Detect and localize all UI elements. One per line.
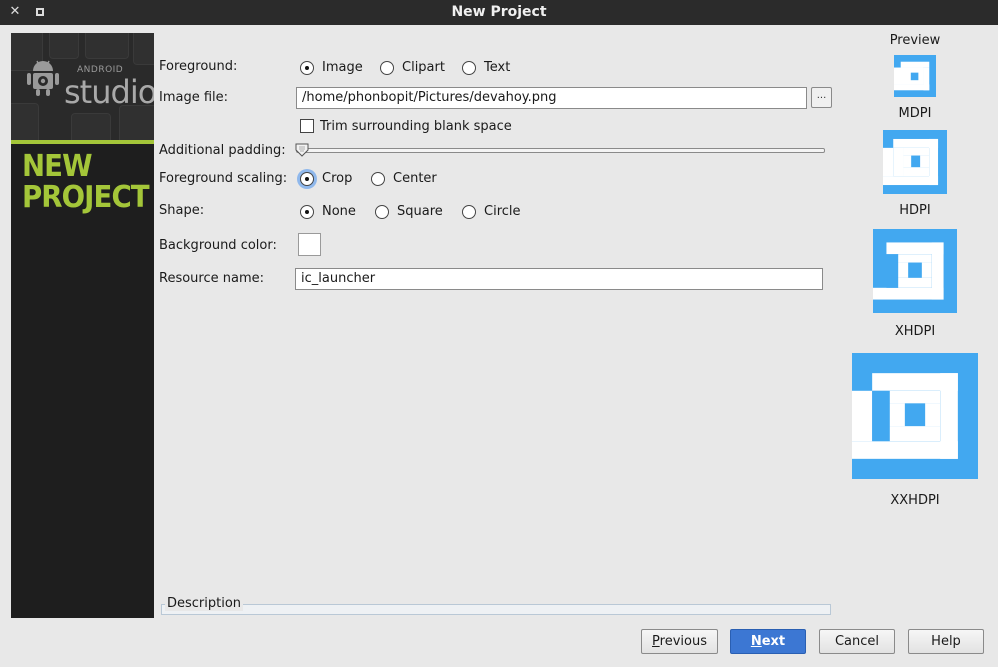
banner-heading-line1: NEW — [22, 149, 93, 184]
resource-name-field[interactable]: ic_launcher — [295, 268, 823, 290]
preview-icon-xhdpi — [873, 229, 957, 313]
preview-label-xhdpi: XHDPI — [894, 324, 936, 339]
background-color-swatch[interactable] — [298, 233, 321, 256]
cancel-button[interactable]: Cancel — [819, 629, 895, 654]
browse-button[interactable]: ... — [811, 87, 832, 108]
banner-divider — [11, 140, 154, 144]
foreground-clipart-radio[interactable] — [380, 61, 394, 75]
title-bar: ✕ New Project — [0, 0, 998, 25]
previous-mnemonic: P — [652, 634, 660, 649]
scaling-center-radio[interactable] — [371, 172, 385, 186]
image-file-field[interactable]: /home/phonbopit/Pictures/devahoy.png — [296, 87, 807, 109]
window-title: New Project — [451, 4, 547, 20]
bgcolor-label: Background color: — [159, 238, 277, 253]
scaling-crop-label[interactable]: Crop — [322, 171, 352, 186]
image-file-label: Image file: — [159, 90, 229, 105]
preview-title: Preview — [889, 33, 941, 48]
foreground-text-radio[interactable] — [462, 61, 476, 75]
shape-square-label[interactable]: Square — [397, 204, 443, 219]
banner-heading-line2: PROJECT — [22, 180, 150, 215]
logo-studio-text: studio — [64, 73, 154, 111]
next-button[interactable]: Next — [730, 629, 806, 654]
foreground-clipart-label[interactable]: Clipart — [402, 60, 445, 75]
scaling-label: Foreground scaling: — [159, 171, 288, 186]
shape-none-radio[interactable] — [300, 205, 314, 219]
preview-label-hdpi: HDPI — [899, 203, 931, 218]
padding-slider-thumb[interactable] — [295, 143, 309, 157]
trim-label[interactable]: Trim surrounding blank space — [320, 119, 512, 134]
trim-checkbox[interactable] — [300, 119, 314, 133]
wizard-banner: ANDROID studio NEW PROJECT — [11, 33, 154, 618]
shape-none-label[interactable]: None — [322, 204, 356, 219]
next-mnemonic: N — [750, 634, 762, 649]
scaling-crop-radio[interactable] — [300, 172, 314, 186]
next-label: ext — [761, 634, 786, 649]
shape-square-radio[interactable] — [375, 205, 389, 219]
padding-slider-track[interactable] — [296, 148, 825, 153]
description-label: Description — [165, 596, 244, 611]
preview-icon-xxhdpi — [852, 353, 978, 479]
scaling-center-label[interactable]: Center — [393, 171, 437, 186]
android-studio-logo: ANDROID studio — [25, 55, 154, 115]
help-button[interactable]: Help — [908, 629, 984, 654]
resource-name-label: Resource name: — [159, 271, 264, 286]
description-panel — [161, 604, 831, 615]
padding-label: Additional padding: — [159, 143, 286, 158]
preview-icon-hdpi — [883, 130, 947, 194]
foreground-text-label[interactable]: Text — [484, 60, 510, 75]
shape-circle-radio[interactable] — [462, 205, 476, 219]
previous-label: revious — [659, 634, 707, 649]
preview-label-mdpi: MDPI — [898, 106, 932, 121]
previous-button[interactable]: Previous — [641, 629, 718, 654]
banner-pattern: ANDROID studio — [11, 33, 154, 140]
android-robot-icon — [27, 60, 59, 96]
banner-heading: NEW PROJECT — [22, 149, 150, 215]
preview-icon-mdpi — [894, 55, 936, 97]
foreground-image-radio[interactable] — [300, 61, 314, 75]
foreground-label: Foreground: — [159, 59, 238, 74]
preview-label-xxhdpi: XXHDPI — [890, 493, 940, 508]
foreground-image-label[interactable]: Image — [322, 60, 363, 75]
shape-label: Shape: — [159, 203, 205, 218]
shape-circle-label[interactable]: Circle — [484, 204, 521, 219]
